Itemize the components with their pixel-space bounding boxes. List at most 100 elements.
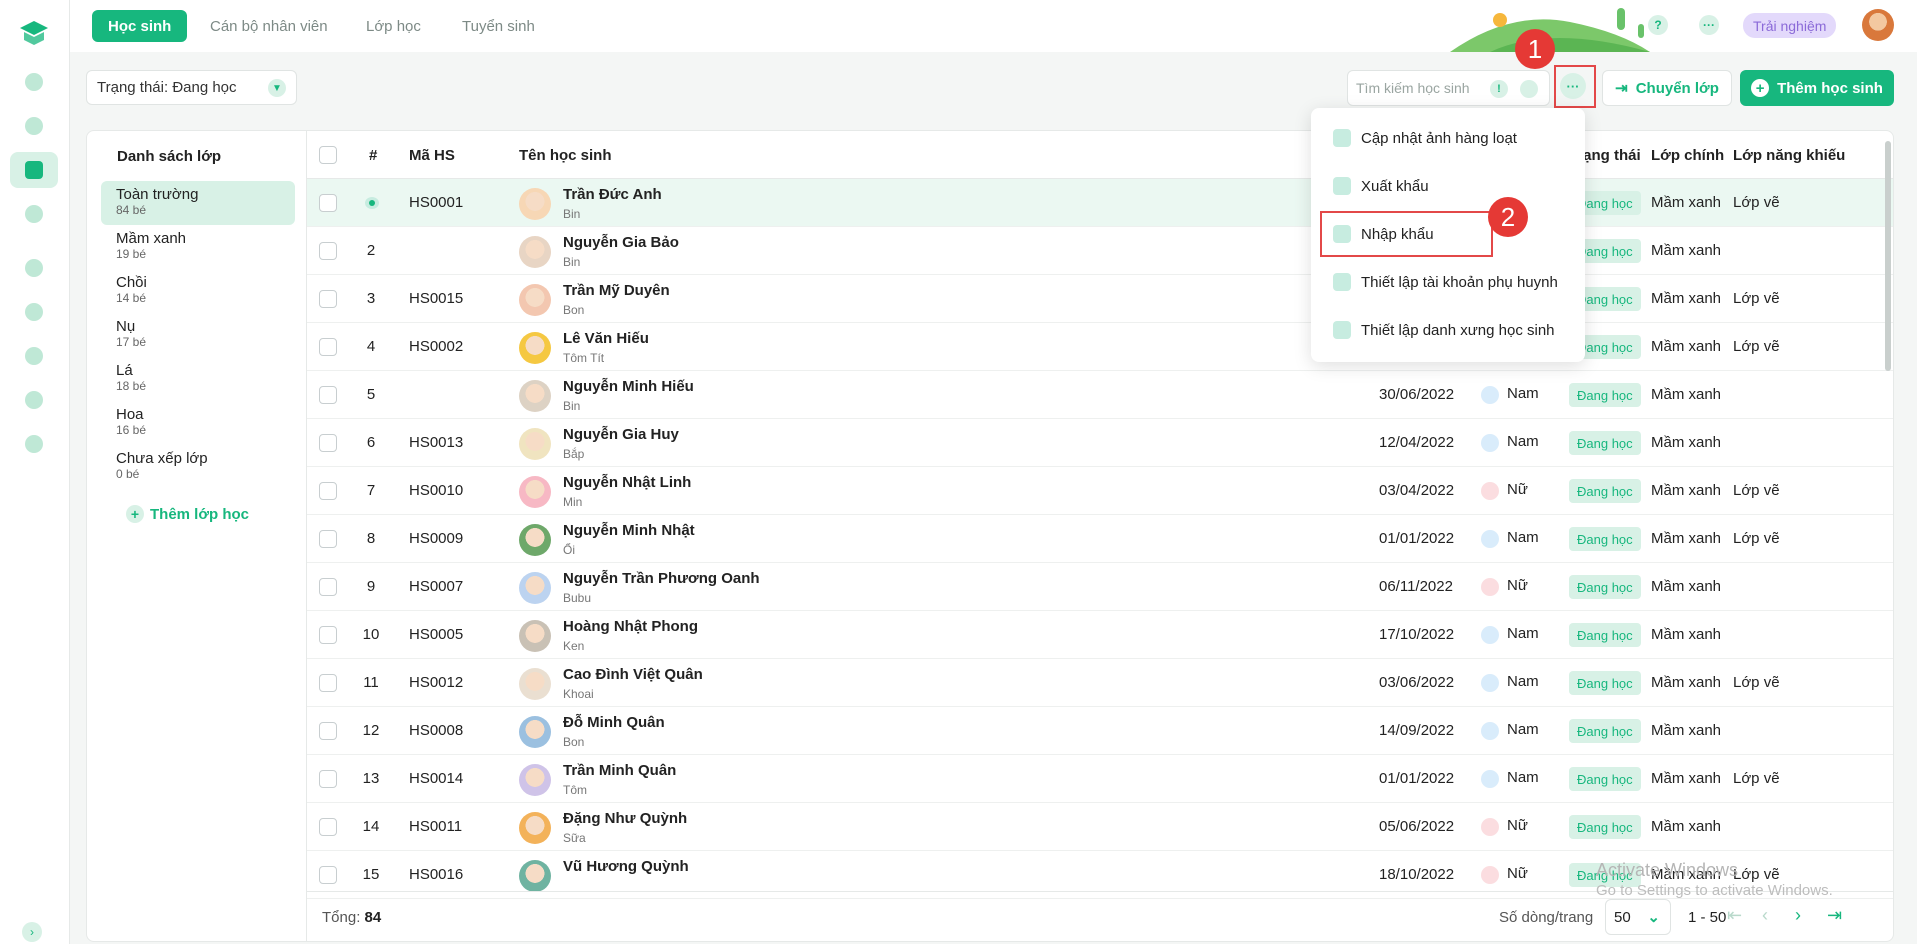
student-code: HS0013 bbox=[409, 434, 464, 451]
row-checkbox[interactable] bbox=[319, 290, 337, 308]
student-name[interactable]: Trần Mỹ Duyên bbox=[563, 282, 670, 299]
last-page-icon[interactable]: ⇥ bbox=[1827, 905, 1842, 926]
row-checkbox[interactable] bbox=[319, 578, 337, 596]
help-icon[interactable]: ? bbox=[1648, 15, 1668, 35]
add-class-button[interactable]: + Thêm lớp học bbox=[126, 505, 249, 523]
main-class: Mầm xanh bbox=[1651, 722, 1722, 739]
student-name[interactable]: Nguyễn Minh Hiếu bbox=[563, 378, 694, 395]
menu-item-parent-accounts[interactable]: Thiết lập tài khoản phụ huynh bbox=[1333, 270, 1558, 294]
student-code: HS0002 bbox=[409, 338, 464, 355]
class-item-mam-xanh[interactable]: Mầm xanh 19 bé bbox=[101, 225, 295, 269]
table-row[interactable]: 10 HS0005 Hoàng Nhật Phong Ken 17/10/2022 Nam… bbox=[307, 611, 1893, 659]
student-code: HS0009 bbox=[409, 530, 464, 547]
row-checkbox[interactable] bbox=[319, 386, 337, 404]
student-name[interactable]: Nguyễn Minh Nhật bbox=[563, 522, 695, 539]
dashboard-nav-icon[interactable] bbox=[10, 64, 58, 100]
add-student-button[interactable]: + Thêm học sinh bbox=[1740, 70, 1894, 106]
class-item-name: Toàn trường bbox=[116, 186, 199, 203]
row-checkbox[interactable] bbox=[319, 338, 337, 356]
table-row[interactable]: 4 HS0002 Lê Văn Hiếu Tôm Tít Đang học Mầm xan… bbox=[307, 323, 1893, 371]
student-name[interactable]: Nguyễn Gia Huy bbox=[563, 426, 679, 443]
user-avatar[interactable] bbox=[1862, 9, 1894, 41]
tab-classes[interactable]: Lớp học bbox=[350, 10, 437, 42]
row-checkbox[interactable] bbox=[319, 482, 337, 500]
student-name[interactable]: Nguyễn Nhật Linh bbox=[563, 474, 691, 491]
settings-nav-icon[interactable] bbox=[10, 426, 58, 462]
row-checkbox[interactable] bbox=[319, 434, 337, 452]
student-name[interactable]: Cao Đình Việt Quân bbox=[563, 666, 703, 683]
row-checkbox[interactable] bbox=[319, 866, 337, 884]
row-checkbox[interactable] bbox=[319, 722, 337, 740]
student-name[interactable]: Lê Văn Hiếu bbox=[563, 330, 649, 347]
table-row[interactable]: 12 HS0008 Đỗ Minh Quân Bon 14/09/2022 Nam Đang… bbox=[307, 707, 1893, 755]
student-name[interactable]: Trần Đức Anh bbox=[563, 186, 662, 203]
briefcase-nav-icon[interactable] bbox=[10, 338, 58, 374]
status-filter-select[interactable]: Trạng thái: Đang học ▼ bbox=[86, 70, 297, 105]
main-class: Mầm xanh bbox=[1651, 530, 1722, 547]
student-name[interactable]: Đặng Như Quỳnh bbox=[563, 810, 687, 827]
menu-item-bulk-photo[interactable]: Cập nhật ảnh hàng loạt bbox=[1333, 126, 1517, 150]
student-name[interactable]: Nguyễn Gia Bảo bbox=[563, 234, 679, 251]
expand-sidebar-icon[interactable]: › bbox=[22, 922, 42, 942]
select-all-checkbox[interactable] bbox=[319, 146, 337, 164]
tab-enrollment[interactable]: Tuyển sinh bbox=[446, 10, 551, 42]
class-item-choi[interactable]: Chồi 14 bé bbox=[101, 269, 295, 313]
search-info-icon[interactable]: ! bbox=[1490, 80, 1508, 98]
student-name[interactable]: Trần Minh Quân bbox=[563, 762, 676, 779]
row-checkbox[interactable] bbox=[319, 770, 337, 788]
class-item-la[interactable]: Lá 18 bé bbox=[101, 357, 295, 401]
table-row[interactable]: 3 HS0015 Trần Mỹ Duyên Bon Đang học Mầm xanh L… bbox=[307, 275, 1893, 323]
table-row[interactable]: 2 Nguyễn Gia Bảo Bin Đang học Mầm xanh bbox=[307, 227, 1893, 275]
row-checkbox[interactable] bbox=[319, 242, 337, 260]
class-item-nu[interactable]: Nụ 17 bé bbox=[101, 313, 295, 357]
student-name[interactable]: Nguyễn Trần Phương Oanh bbox=[563, 570, 760, 587]
class-item-hoa[interactable]: Hoa 16 bé bbox=[101, 401, 295, 445]
table-row[interactable]: 11 HS0012 Cao Đình Việt Quân Khoai 03/06/202… bbox=[307, 659, 1893, 707]
prev-page-icon[interactable]: ‹ bbox=[1762, 905, 1768, 926]
send-nav-icon[interactable] bbox=[10, 108, 58, 144]
table-row[interactable]: HS0001 Trần Đức Anh Bin Đang học Mầm xanh Lớp… bbox=[307, 179, 1893, 227]
menu-item-export[interactable]: Xuất khẩu bbox=[1333, 174, 1429, 198]
search-icon[interactable] bbox=[1520, 80, 1538, 98]
table-row[interactable]: 9 HS0007 Nguyễn Trần Phương Oanh Bubu 06/11/… bbox=[307, 563, 1893, 611]
table-row[interactable]: 6 HS0013 Nguyễn Gia Huy Bắp 12/04/2022 Nam Đan… bbox=[307, 419, 1893, 467]
student-name[interactable]: Hoàng Nhật Phong bbox=[563, 618, 698, 635]
row-checkbox[interactable] bbox=[319, 626, 337, 644]
class-item-unassigned[interactable]: Chưa xếp lớp 0 bé bbox=[101, 445, 295, 489]
row-checkbox[interactable] bbox=[319, 194, 337, 212]
transfer-class-button[interactable]: ⇥ Chuyển lớp bbox=[1602, 70, 1732, 106]
students-nav-icon[interactable] bbox=[10, 152, 58, 188]
row-checkbox[interactable] bbox=[319, 530, 337, 548]
row-index: 7 bbox=[366, 482, 376, 499]
app-logo-icon[interactable] bbox=[17, 18, 51, 48]
class-item-whole-school[interactable]: Toàn trường 84 bé bbox=[101, 181, 295, 225]
student-name[interactable]: Đỗ Minh Quân bbox=[563, 714, 665, 731]
student-name[interactable]: Vũ Hương Quỳnh bbox=[563, 858, 689, 875]
trial-badge[interactable]: Trải nghiệm bbox=[1743, 13, 1837, 38]
tab-students[interactable]: Học sinh bbox=[92, 10, 188, 42]
first-page-icon[interactable]: ⇤ bbox=[1727, 905, 1742, 926]
more-options-icon[interactable]: ··· bbox=[1699, 15, 1719, 35]
header-talent-class: Lớp năng khiếu bbox=[1733, 147, 1846, 164]
class-item-count: 14 bé bbox=[116, 291, 147, 305]
rows-per-page-select[interactable]: 50 ⌄ bbox=[1605, 899, 1671, 935]
growth-nav-icon[interactable] bbox=[10, 250, 58, 286]
table-row[interactable]: 14 HS0011 Đặng Như Quỳnh Sữa 05/06/2022 Nữ Đan… bbox=[307, 803, 1893, 851]
table-row[interactable]: 13 HS0014 Trần Minh Quân Tôm 01/01/2022 Nam Đa… bbox=[307, 755, 1893, 803]
table-row[interactable]: 7 HS0010 Nguyễn Nhật Linh Min 03/04/2022 Nữ Đa… bbox=[307, 467, 1893, 515]
row-checkbox[interactable] bbox=[319, 674, 337, 692]
row-index: 5 bbox=[366, 386, 376, 403]
menu-item-student-titles[interactable]: Thiết lập danh xưng học sinh bbox=[1333, 318, 1555, 342]
row-checkbox[interactable] bbox=[319, 818, 337, 836]
talent-class: Lớp vẽ bbox=[1733, 290, 1780, 307]
next-page-icon[interactable]: › bbox=[1795, 905, 1801, 926]
student-search-input[interactable] bbox=[1356, 80, 1486, 96]
view-eye-icon[interactable] bbox=[365, 197, 379, 209]
table-scrollbar[interactable] bbox=[1885, 141, 1891, 371]
table-row[interactable]: 5 Nguyễn Minh Hiếu Bin 30/06/2022 Nam Đang họ… bbox=[307, 371, 1893, 419]
report-nav-icon[interactable] bbox=[10, 382, 58, 418]
wallet-nav-icon[interactable] bbox=[10, 294, 58, 330]
health-nav-icon[interactable] bbox=[10, 196, 58, 232]
tab-staff[interactable]: Cán bộ nhân viên bbox=[194, 10, 344, 42]
table-row[interactable]: 8 HS0009 Nguyễn Minh Nhật Ổi 01/01/2022 Nam Đa… bbox=[307, 515, 1893, 563]
